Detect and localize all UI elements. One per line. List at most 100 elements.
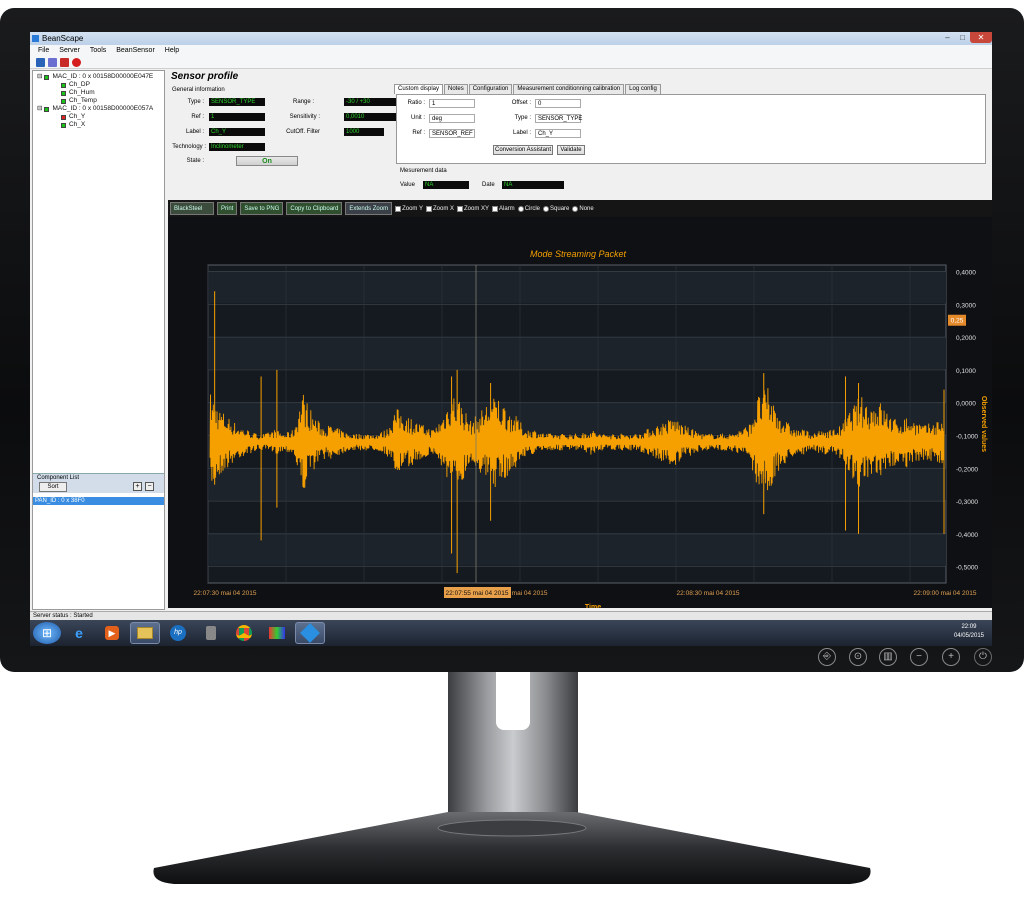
copy-clipboard-button[interactable]: Copy to Clipboard	[286, 202, 343, 215]
save-all-icon[interactable]	[48, 58, 57, 67]
tab-log-config[interactable]: Log config	[625, 84, 661, 94]
menu-tools[interactable]: Tools	[90, 45, 106, 56]
validate-button[interactable]: Validate	[557, 145, 585, 155]
auto-adjust-button[interactable]: ⊙	[849, 648, 867, 666]
state-button[interactable]: On	[236, 156, 298, 166]
custom-display-form: Ratio : 1 Offset : 0 Unit : deg Type : S…	[396, 94, 986, 164]
technology-label: Technology :	[172, 144, 206, 150]
cutoff-value: 1000	[344, 128, 384, 136]
tab-configuration[interactable]: Configuration	[468, 84, 513, 94]
input-button[interactable]: ⎆	[818, 648, 836, 666]
tab-strip: Custom display Notes Configuration Measu…	[394, 84, 990, 94]
zoom-y-checkbox[interactable]: Zoom Y	[395, 205, 423, 212]
none-label: None	[579, 205, 594, 212]
component-list-item[interactable]: PAN_ID : 0 x 38F0	[33, 497, 164, 505]
tree-channel-node[interactable]: Ch_DP	[35, 81, 162, 89]
save-icon[interactable]	[36, 58, 45, 67]
tree-expander-icon[interactable]: ⊟	[37, 105, 42, 113]
print-button[interactable]: Print	[217, 202, 238, 215]
menu-button[interactable]: ▥	[879, 648, 897, 666]
tree-channel-node[interactable]: Ch_Temp	[35, 97, 162, 105]
none-radio[interactable]: None	[572, 205, 594, 212]
tree-device-node[interactable]: ⊟ MAC_ID : 0 x 00158D00000E057A	[35, 105, 162, 113]
system-clock[interactable]: 22:09 04/05/2015	[954, 623, 984, 641]
power-button[interactable]: ⏻	[974, 648, 992, 666]
y-tick-label: -0,2000	[956, 466, 978, 473]
app-icon-gray[interactable]	[196, 622, 226, 644]
title-bar: BeanScape – □ ✕	[30, 32, 992, 45]
media-player-icon[interactable]: ▶	[97, 622, 127, 644]
ref-value: 1	[209, 113, 265, 121]
remove-button[interactable]: −	[145, 482, 154, 491]
chrome-icon[interactable]	[229, 622, 259, 644]
tree-node-label: Ch_DP	[69, 81, 90, 88]
tab-custom-display[interactable]: Custom display	[394, 84, 444, 94]
cursor-value-label: 0,25	[951, 318, 964, 325]
tab-notes[interactable]: Notes	[444, 84, 468, 94]
app-icon	[32, 35, 39, 42]
extends-zoom-button[interactable]: Extends Zoom	[345, 202, 393, 215]
zoom-x-checkbox[interactable]: Zoom X	[425, 205, 454, 212]
tree-expander-icon[interactable]: ⊟	[37, 73, 42, 81]
tree-device-node[interactable]: ⊟ MAC_ID : 0 x 00158D00000E047E	[35, 73, 162, 81]
radio-icon	[572, 205, 579, 212]
square-radio[interactable]: Square	[543, 205, 570, 212]
tree-channel-node[interactable]: Ch_Hum	[35, 89, 162, 97]
sort-button[interactable]: Sort	[39, 482, 67, 492]
ie-icon[interactable]: e	[64, 622, 94, 644]
offset-field[interactable]: 0	[535, 99, 581, 108]
sensitivity-value: 0,0010	[344, 113, 400, 121]
status-led-icon	[61, 98, 66, 104]
beanscape-icon[interactable]	[295, 622, 325, 644]
clock-date: 04/05/2015	[953, 633, 984, 639]
window-title: BeanScape	[42, 34, 84, 43]
delete-icon[interactable]	[60, 58, 69, 67]
menu-beansensor[interactable]: BeanSensor	[116, 45, 155, 56]
sensor-profile-title: Sensor profile	[171, 71, 239, 82]
chart-toolbar: BlackSteel Print Save to PNG Copy to Cli…	[168, 200, 992, 217]
chart-area[interactable]: 0,4000 0,3000 0,2000 0,1000 0,0000 -0,1000 -0,…	[168, 217, 992, 608]
stop-icon[interactable]	[72, 58, 81, 67]
hp-icon[interactable]: hp	[163, 622, 193, 644]
ref-field[interactable]: SENSOR_REF	[429, 129, 475, 138]
close-button[interactable]: ✕	[970, 32, 992, 43]
ratio-field[interactable]: 1	[429, 99, 475, 108]
menu-server[interactable]: Server	[59, 45, 80, 56]
unit-field[interactable]: deg	[429, 114, 475, 123]
y-tick-label: 0,0000	[956, 401, 976, 408]
plus-button[interactable]: +	[942, 648, 960, 666]
zoom-xy-checkbox[interactable]: Zoom XY	[457, 205, 489, 212]
add-button[interactable]: +	[133, 482, 142, 491]
screen: BeanScape – □ ✕ File Server Tools BeanSe…	[30, 32, 992, 646]
save-png-button[interactable]: Save to PNG	[240, 202, 284, 215]
range-label: Range :	[292, 99, 314, 105]
conversion-assistant-button[interactable]: Conversion Assistant	[493, 145, 553, 155]
square-label: Square	[550, 205, 570, 212]
grid-band	[208, 337, 946, 369]
maximize-button[interactable]: □	[955, 32, 970, 43]
alarm-checkbox[interactable]: Alarm	[492, 205, 515, 212]
tree-channel-node[interactable]: Ch_X	[35, 121, 162, 129]
circle-radio[interactable]: Circle	[517, 205, 540, 212]
value-label: Value	[400, 182, 415, 188]
y-tick-label: -0,4000	[956, 532, 978, 539]
tab-measurement-calibration[interactable]: Measurement conditionning calibration	[513, 84, 625, 94]
component-list-panel: Component List Sort + −	[33, 473, 164, 493]
theme-select[interactable]: BlackSteel	[170, 202, 214, 215]
menu-help[interactable]: Help	[165, 45, 179, 56]
minus-button[interactable]: −	[910, 648, 928, 666]
paint-icon[interactable]	[262, 622, 292, 644]
tree-channel-node[interactable]: Ch_Y	[35, 113, 162, 121]
explorer-icon[interactable]	[130, 622, 160, 644]
start-button[interactable]: ⊞	[33, 622, 61, 644]
status-led-icon	[61, 114, 66, 120]
range-value: -30 / +30	[344, 98, 400, 106]
type-label: Type :	[187, 99, 204, 105]
streaming-chart[interactable]: 0,4000 0,3000 0,2000 0,1000 0,0000 -0,1000 -0,…	[168, 217, 992, 608]
status-led-icon	[61, 122, 66, 128]
menu-file[interactable]: File	[38, 45, 49, 56]
minimize-button[interactable]: –	[940, 32, 955, 43]
label-field[interactable]: Ch_Y	[535, 129, 581, 138]
tree-node-label: Ch_X	[69, 121, 86, 128]
type-field[interactable]: SENSOR_TYPE	[535, 114, 582, 123]
